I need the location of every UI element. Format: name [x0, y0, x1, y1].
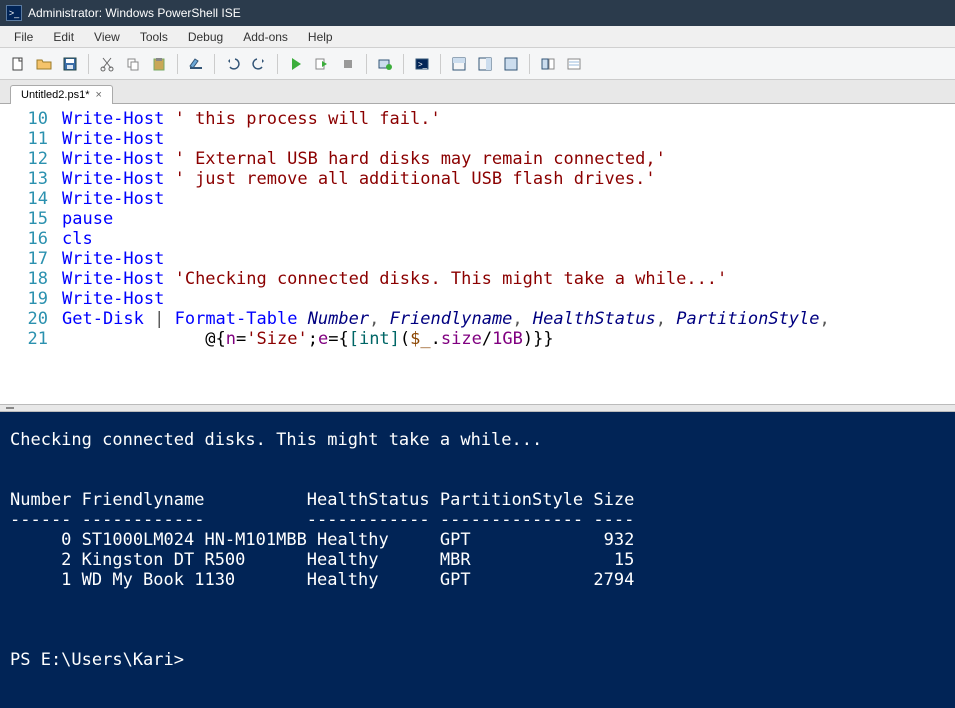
tab-label: Untitled2.ps1*	[21, 89, 90, 101]
code-line[interactable]: 11Write-Host	[0, 129, 955, 149]
code-content[interactable]: @{n='Size';e={[int]($_.size/1GB)}}	[62, 329, 955, 349]
toolbar: >_	[0, 48, 955, 80]
copy-button[interactable]	[121, 52, 145, 76]
redo-button[interactable]	[247, 52, 271, 76]
paste-button[interactable]	[147, 52, 171, 76]
code-line[interactable]: 17Write-Host	[0, 249, 955, 269]
undo-button[interactable]	[221, 52, 245, 76]
code-content[interactable]: Get-Disk | Format-Table Number, Friendly…	[62, 309, 955, 329]
code-line[interactable]: 10Write-Host ' this process will fail.'	[0, 109, 955, 129]
menu-debug[interactable]: Debug	[178, 28, 233, 46]
code-line[interactable]: 21 @{n='Size';e={[int]($_.size/1GB)}}	[0, 329, 955, 349]
code-line[interactable]: 15pause	[0, 209, 955, 229]
menu-help[interactable]: Help	[298, 28, 343, 46]
toolbar-separator	[440, 54, 441, 74]
console-pane[interactable]: Checking connected disks. This might tak…	[0, 412, 955, 708]
line-number: 18	[0, 269, 62, 289]
show-script-top-button[interactable]	[447, 52, 471, 76]
line-number: 19	[0, 289, 62, 309]
code-line[interactable]: 19Write-Host	[0, 289, 955, 309]
line-number: 12	[0, 149, 62, 169]
code-line[interactable]: 14Write-Host	[0, 189, 955, 209]
new-remote-tab-button[interactable]	[373, 52, 397, 76]
code-line[interactable]: 20Get-Disk | Format-Table Number, Friend…	[0, 309, 955, 329]
menu-view[interactable]: View	[84, 28, 130, 46]
line-number: 20	[0, 309, 62, 329]
line-number: 13	[0, 169, 62, 189]
toolbar-separator	[366, 54, 367, 74]
line-number: 11	[0, 129, 62, 149]
code-line[interactable]: 18Write-Host 'Checking connected disks. …	[0, 269, 955, 289]
code-content[interactable]: Write-Host ' this process will fail.'	[62, 109, 955, 129]
title-bar: >_ Administrator: Windows PowerShell ISE	[0, 0, 955, 26]
tab-strip: Untitled2.ps1* ×	[0, 80, 955, 104]
code-content[interactable]: Write-Host ' just remove all additional …	[62, 169, 955, 189]
show-script-right-button[interactable]	[473, 52, 497, 76]
line-number: 17	[0, 249, 62, 269]
menu-tools[interactable]: Tools	[130, 28, 178, 46]
open-button[interactable]	[32, 52, 56, 76]
start-powershell-button[interactable]: >_	[410, 52, 434, 76]
code-content[interactable]: cls	[62, 229, 955, 249]
menu-addons[interactable]: Add-ons	[233, 28, 298, 46]
app-icon: >_	[6, 5, 22, 21]
toolbar-separator	[177, 54, 178, 74]
code-content[interactable]: Write-Host	[62, 129, 955, 149]
line-number: 16	[0, 229, 62, 249]
script-pane[interactable]: 10Write-Host ' this process will fail.'1…	[0, 104, 955, 404]
menu-edit[interactable]: Edit	[43, 28, 84, 46]
line-number: 15	[0, 209, 62, 229]
show-command-addon-button[interactable]	[562, 52, 586, 76]
new-button[interactable]	[6, 52, 30, 76]
code-line[interactable]: 12Write-Host ' External USB hard disks m…	[0, 149, 955, 169]
line-number: 21	[0, 329, 62, 349]
close-icon[interactable]: ×	[96, 89, 102, 101]
toolbar-separator	[88, 54, 89, 74]
svg-text:>_: >_	[418, 60, 428, 69]
code-line[interactable]: 13Write-Host ' just remove all additiona…	[0, 169, 955, 189]
toolbar-separator	[403, 54, 404, 74]
clear-button[interactable]	[184, 52, 208, 76]
code-content[interactable]: Write-Host	[62, 249, 955, 269]
code-content[interactable]: Write-Host ' External USB hard disks may…	[62, 149, 955, 169]
show-script-max-button[interactable]	[499, 52, 523, 76]
run-button[interactable]	[284, 52, 308, 76]
line-number: 14	[0, 189, 62, 209]
code-content[interactable]: Write-Host	[62, 289, 955, 309]
line-number: 10	[0, 109, 62, 129]
splitter[interactable]	[0, 404, 955, 412]
code-content[interactable]: Write-Host 'Checking connected disks. Th…	[62, 269, 955, 289]
menu-bar: File Edit View Tools Debug Add-ons Help	[0, 26, 955, 48]
cut-button[interactable]	[95, 52, 119, 76]
toolbar-separator	[214, 54, 215, 74]
window-title: Administrator: Windows PowerShell ISE	[28, 6, 241, 20]
run-selection-button[interactable]	[310, 52, 334, 76]
menu-file[interactable]: File	[4, 28, 43, 46]
toolbar-separator	[277, 54, 278, 74]
show-command-button[interactable]	[536, 52, 560, 76]
code-content[interactable]: pause	[62, 209, 955, 229]
tab-untitled2[interactable]: Untitled2.ps1* ×	[10, 85, 113, 104]
code-content[interactable]: Write-Host	[62, 189, 955, 209]
toolbar-separator	[529, 54, 530, 74]
save-button[interactable]	[58, 52, 82, 76]
code-line[interactable]: 16cls	[0, 229, 955, 249]
stop-button[interactable]	[336, 52, 360, 76]
